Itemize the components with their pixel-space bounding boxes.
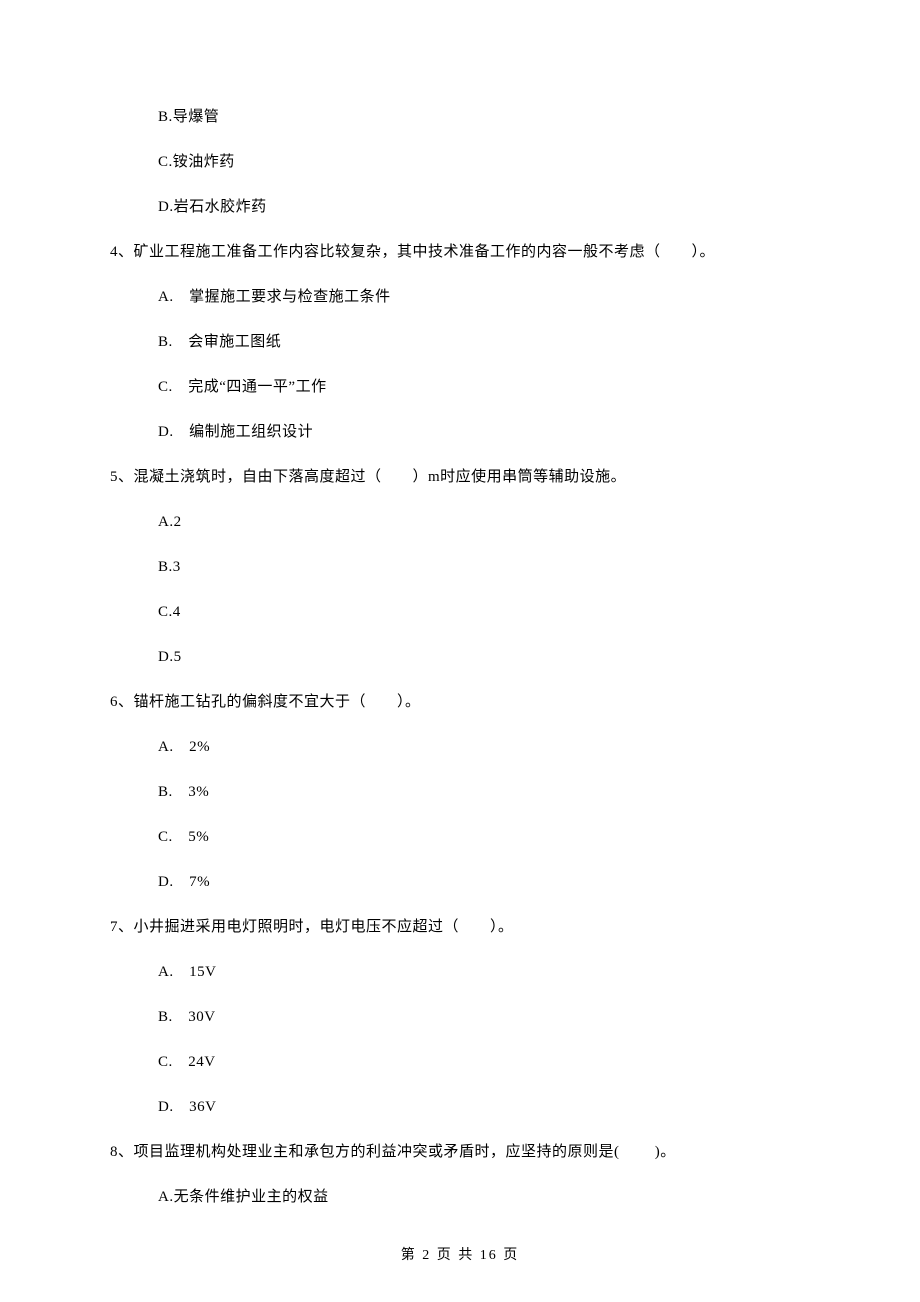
question-number: 6、: [110, 694, 134, 710]
question-8-option-a: A.无条件维护业主的权益: [158, 1190, 810, 1205]
question-number: 8、: [110, 1144, 134, 1160]
page-container: B.导爆管 C.铵油炸药 D.岩石水胶炸药 4、矿业工程施工准备工作内容比较复杂…: [0, 0, 920, 1302]
question-number: 7、: [110, 919, 134, 935]
question-6: 6、锚杆施工钻孔的偏斜度不宜大于（ ）。: [110, 695, 810, 710]
question-stem: 混凝土浇筑时，自由下落高度超过（ ）m时应使用串筒等辅助设施。: [134, 469, 627, 485]
question-5: 5、混凝土浇筑时，自由下落高度超过（ ）m时应使用串筒等辅助设施。: [110, 470, 810, 485]
question-5-option-d: D.5: [158, 650, 810, 665]
question-6-option-b: B. 3%: [158, 785, 810, 800]
fragment-option-b: B.导爆管: [158, 110, 810, 125]
question-5-option-a: A.2: [158, 515, 810, 530]
question-stem: 小井掘进采用电灯照明时，电灯电压不应超过（ ）。: [134, 919, 514, 935]
question-4: 4、矿业工程施工准备工作内容比较复杂，其中技术准备工作的内容一般不考虑（ ）。: [110, 245, 810, 260]
question-4-option-b: B. 会审施工图纸: [158, 335, 810, 350]
question-6-option-a: A. 2%: [158, 740, 810, 755]
question-number: 4、: [110, 244, 134, 260]
question-7-option-b: B. 30V: [158, 1010, 810, 1025]
question-5-option-c: C.4: [158, 605, 810, 620]
question-8: 8、项目监理机构处理业主和承包方的利益冲突或矛盾时，应坚持的原则是( )。: [110, 1145, 810, 1160]
question-4-option-a: A. 掌握施工要求与检查施工条件: [158, 290, 810, 305]
question-4-option-d: D. 编制施工组织设计: [158, 425, 810, 440]
question-4-option-c: C. 完成“四通一平”工作: [158, 380, 810, 395]
question-5-option-b: B.3: [158, 560, 810, 575]
question-stem: 项目监理机构处理业主和承包方的利益冲突或矛盾时，应坚持的原则是( )。: [134, 1144, 676, 1160]
question-7-option-c: C. 24V: [158, 1055, 810, 1070]
question-6-option-c: C. 5%: [158, 830, 810, 845]
question-number: 5、: [110, 469, 134, 485]
question-6-option-d: D. 7%: [158, 875, 810, 890]
question-stem: 锚杆施工钻孔的偏斜度不宜大于（ ）。: [134, 694, 421, 710]
question-7: 7、小井掘进采用电灯照明时，电灯电压不应超过（ ）。: [110, 920, 810, 935]
question-7-option-d: D. 36V: [158, 1100, 810, 1115]
fragment-option-c: C.铵油炸药: [158, 155, 810, 170]
fragment-option-d: D.岩石水胶炸药: [158, 200, 810, 215]
question-7-option-a: A. 15V: [158, 965, 810, 980]
page-footer: 第 2 页 共 16 页: [0, 1244, 920, 1264]
question-stem: 矿业工程施工准备工作内容比较复杂，其中技术准备工作的内容一般不考虑（ ）。: [134, 244, 716, 260]
